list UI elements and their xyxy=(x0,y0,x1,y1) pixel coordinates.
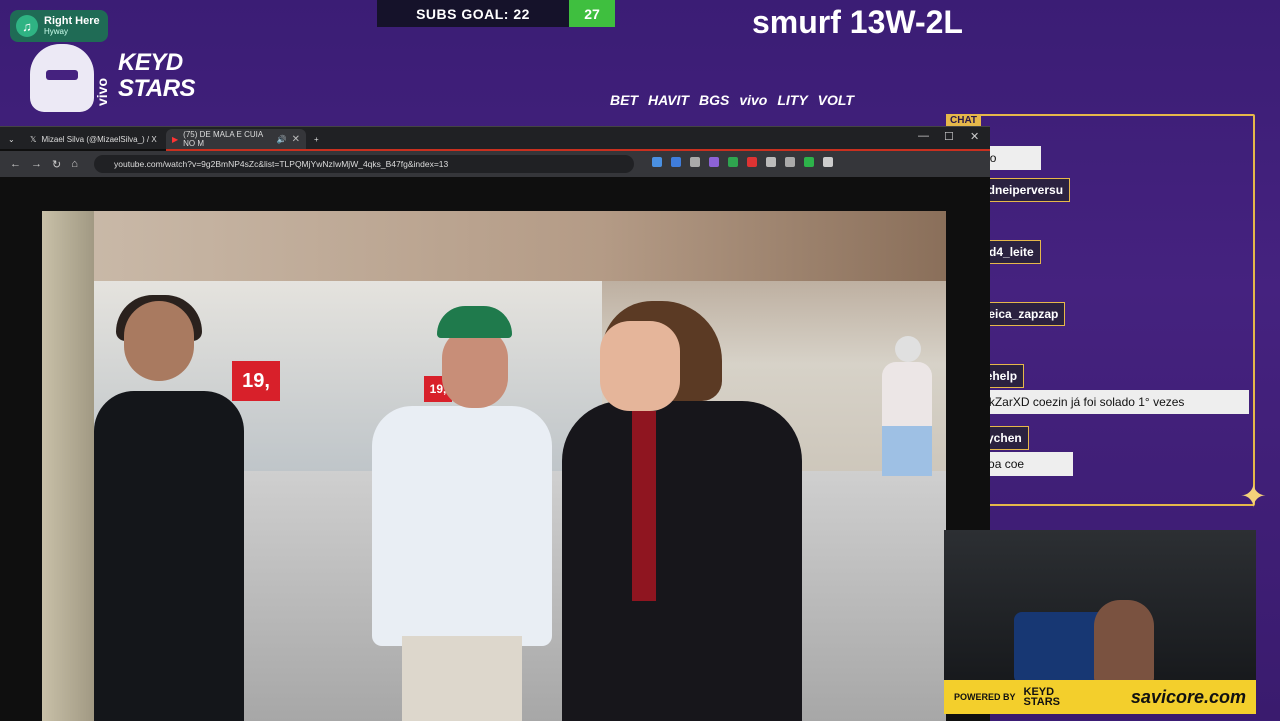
sponsor-logo: BGS xyxy=(698,92,730,108)
url-bar[interactable]: youtube.com/watch?v=9g2BmNP4sZc&list=TLP… xyxy=(94,155,634,173)
home-icon[interactable]: ⌂ xyxy=(71,158,78,170)
graffiti-awning xyxy=(82,211,946,281)
tab-label: Mizael Silva (@MizaelSilva_) / X xyxy=(41,134,157,144)
back-icon[interactable]: ← xyxy=(10,158,21,170)
tab-bar: ⌄ 𝕏 Mizael Silva (@MizaelSilva_) / X ▶ (… xyxy=(0,127,990,149)
extension-icon[interactable] xyxy=(690,157,700,167)
logo-name: KEYD STARS xyxy=(118,49,196,102)
extension-icon[interactable] xyxy=(709,157,719,167)
youtube-icon: ▶ xyxy=(172,134,179,144)
reporter-figure xyxy=(542,301,802,721)
helmet-icon xyxy=(30,44,94,112)
minimize-icon[interactable]: — xyxy=(918,130,929,142)
now-playing-widget: ♫ Right Here Hyway xyxy=(10,10,108,42)
keyd-stars-logo: vivo KEYD STARS xyxy=(30,44,196,114)
extension-icon[interactable] xyxy=(766,157,776,167)
tab-youtube[interactable]: ▶ (75) DE MALA E CUIA NO M 🔊 ✕ xyxy=(166,129,306,149)
tab-twitter[interactable]: 𝕏 Mizael Silva (@MizaelSilva_) / X xyxy=(24,129,164,149)
streamer-figure xyxy=(1094,600,1154,684)
tab-label: (75) DE MALA E CUIA NO M xyxy=(183,130,263,148)
win-loss-record: smurf 13W-2L xyxy=(752,4,963,40)
facecam xyxy=(944,530,1256,684)
tab-list-button[interactable]: ⌄ xyxy=(2,129,22,149)
sponsor-logo: VOLT xyxy=(817,92,854,108)
close-window-icon[interactable]: ✕ xyxy=(970,130,979,143)
extension-icon[interactable] xyxy=(728,157,738,167)
extension-icon[interactable] xyxy=(671,157,681,167)
logo-name-line2: STARS xyxy=(118,75,196,102)
logo-name-line1: KEYD xyxy=(118,49,183,76)
extensions-bar xyxy=(652,157,833,167)
browser-window: ⌄ 𝕏 Mizael Silva (@MizaelSilva_) / X ▶ (… xyxy=(0,126,990,721)
logo-brand: vivo xyxy=(94,77,110,106)
poster-wall xyxy=(42,211,94,721)
song-title: Right Here xyxy=(44,15,100,27)
powered-by-banner: POWERED BY KEYD STARS savicore.com xyxy=(944,680,1256,714)
partner-logo: KEYD STARS xyxy=(1023,687,1060,708)
reload-icon[interactable]: ↻ xyxy=(52,158,61,171)
chat-message: @JackZarXD coezin já foi solado 1° vezes xyxy=(952,390,1249,414)
sponsor-logo: vivo xyxy=(739,92,768,108)
close-tab-icon[interactable]: ✕ xyxy=(292,134,300,145)
extension-icon[interactable] xyxy=(785,157,795,167)
x-logo-icon: 𝕏 xyxy=(30,134,37,144)
interviewee-figure xyxy=(372,306,552,721)
powered-by-label: POWERED BY xyxy=(954,692,1016,702)
address-toolbar: ← → ↻ ⌂ youtube.com/watch?v=9g2BmNP4sZc&… xyxy=(0,151,990,177)
woman-figure xyxy=(94,295,244,721)
partner-line2: STARS xyxy=(1023,696,1060,708)
maximize-icon[interactable]: ☐ xyxy=(944,130,954,143)
puzzle-icon[interactable] xyxy=(823,157,833,167)
extension-icon[interactable] xyxy=(804,157,814,167)
song-artist: Hyway xyxy=(44,27,69,36)
bystander xyxy=(877,336,937,516)
forward-icon[interactable]: → xyxy=(31,158,42,170)
extension-icon[interactable] xyxy=(747,157,757,167)
speaker-icon[interactable]: 🔊 xyxy=(277,135,287,144)
subs-goal-label: SUBS GOAL: 22 xyxy=(377,0,569,27)
extension-icon[interactable] xyxy=(652,157,662,167)
sponsor-strip: BET HAVIT BGS vivo LITY VOLT xyxy=(610,92,854,108)
sparkle-star-icon: ✦ xyxy=(1240,478,1267,514)
music-note-icon: ♫ xyxy=(16,15,38,37)
sponsor-logo: BET xyxy=(610,92,638,108)
sponsor-name: savicore.com xyxy=(1130,686,1246,707)
subs-goal-current: 27 xyxy=(569,0,615,27)
subs-goal-bar: SUBS GOAL: 22 27 xyxy=(377,0,615,27)
youtube-masthead xyxy=(0,177,990,211)
sponsor-logo: LITY xyxy=(777,92,808,108)
sponsor-logo: HAVIT xyxy=(648,92,689,108)
video-frame[interactable]: 19, 19, xyxy=(42,211,946,721)
new-tab-button[interactable]: + xyxy=(308,129,328,149)
